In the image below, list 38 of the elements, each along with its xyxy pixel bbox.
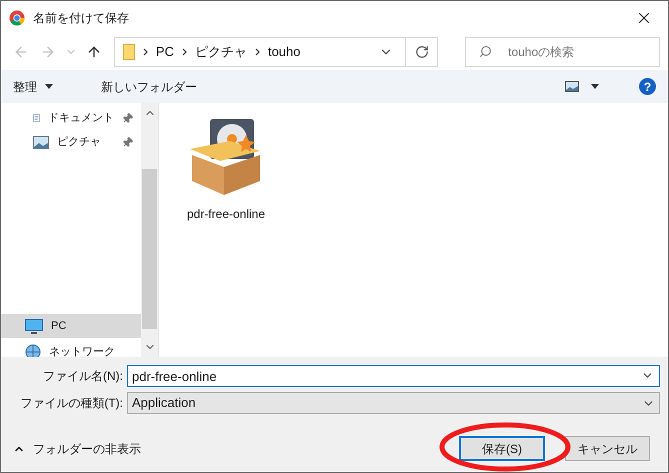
chevron-right-icon — [254, 48, 260, 56]
scrollbar[interactable] — [141, 103, 158, 357]
picture-icon — [565, 81, 579, 92]
sidebar-item[interactable]: ネットワーク — [1, 340, 141, 357]
browser-logo-icon — [9, 10, 25, 26]
organize-button[interactable]: 整理 — [13, 78, 53, 96]
file-type-dropdown[interactable]: Application — [127, 392, 660, 414]
sidebar-item[interactable]: PC — [1, 314, 141, 338]
folder-icon — [122, 44, 135, 60]
hide-folders-button[interactable]: フォルダーの非表示 — [9, 440, 141, 458]
caret-icon — [45, 84, 53, 89]
sidebar-item[interactable]: ピクチャ — [1, 130, 141, 154]
view-options-button[interactable] — [565, 81, 599, 92]
save-button[interactable]: 保存(S) — [459, 436, 545, 461]
breadcrumb-item[interactable]: PC — [156, 42, 174, 62]
cancel-button[interactable]: キャンセル — [565, 436, 650, 461]
file-type-label: ファイルの種類(T): — [19, 395, 123, 412]
address-bar[interactable]: PC ピクチャ touho — [114, 37, 438, 67]
globe-icon — [25, 344, 41, 357]
caret-icon — [591, 84, 599, 89]
new-folder-button[interactable]: 新しいフォルダー — [101, 78, 197, 96]
file-item[interactable]: pdr-free-online — [181, 117, 271, 223]
monitor-icon — [25, 318, 43, 334]
chevron-right-icon — [142, 48, 148, 56]
right-arrow-icon — [40, 44, 56, 60]
chevron-right-icon — [182, 48, 187, 56]
file-name-field[interactable]: pdr-free-online — [127, 365, 660, 387]
search-icon — [479, 45, 492, 58]
refresh-icon — [414, 45, 429, 59]
help-button[interactable]: ? — [639, 78, 656, 95]
left-arrow-icon — [12, 44, 29, 60]
breadcrumb-item[interactable]: touho — [268, 42, 301, 62]
file-name-label: ファイル名(N): — [42, 368, 123, 385]
picture-icon — [33, 136, 49, 148]
search-field[interactable]: touhoの検索 — [465, 37, 660, 67]
window-title: 名前を付けて保存 — [33, 10, 130, 26]
breadcrumb-item[interactable]: ピクチャ — [194, 42, 247, 62]
sidebar-item[interactable]: ドキュメント — [1, 106, 141, 130]
